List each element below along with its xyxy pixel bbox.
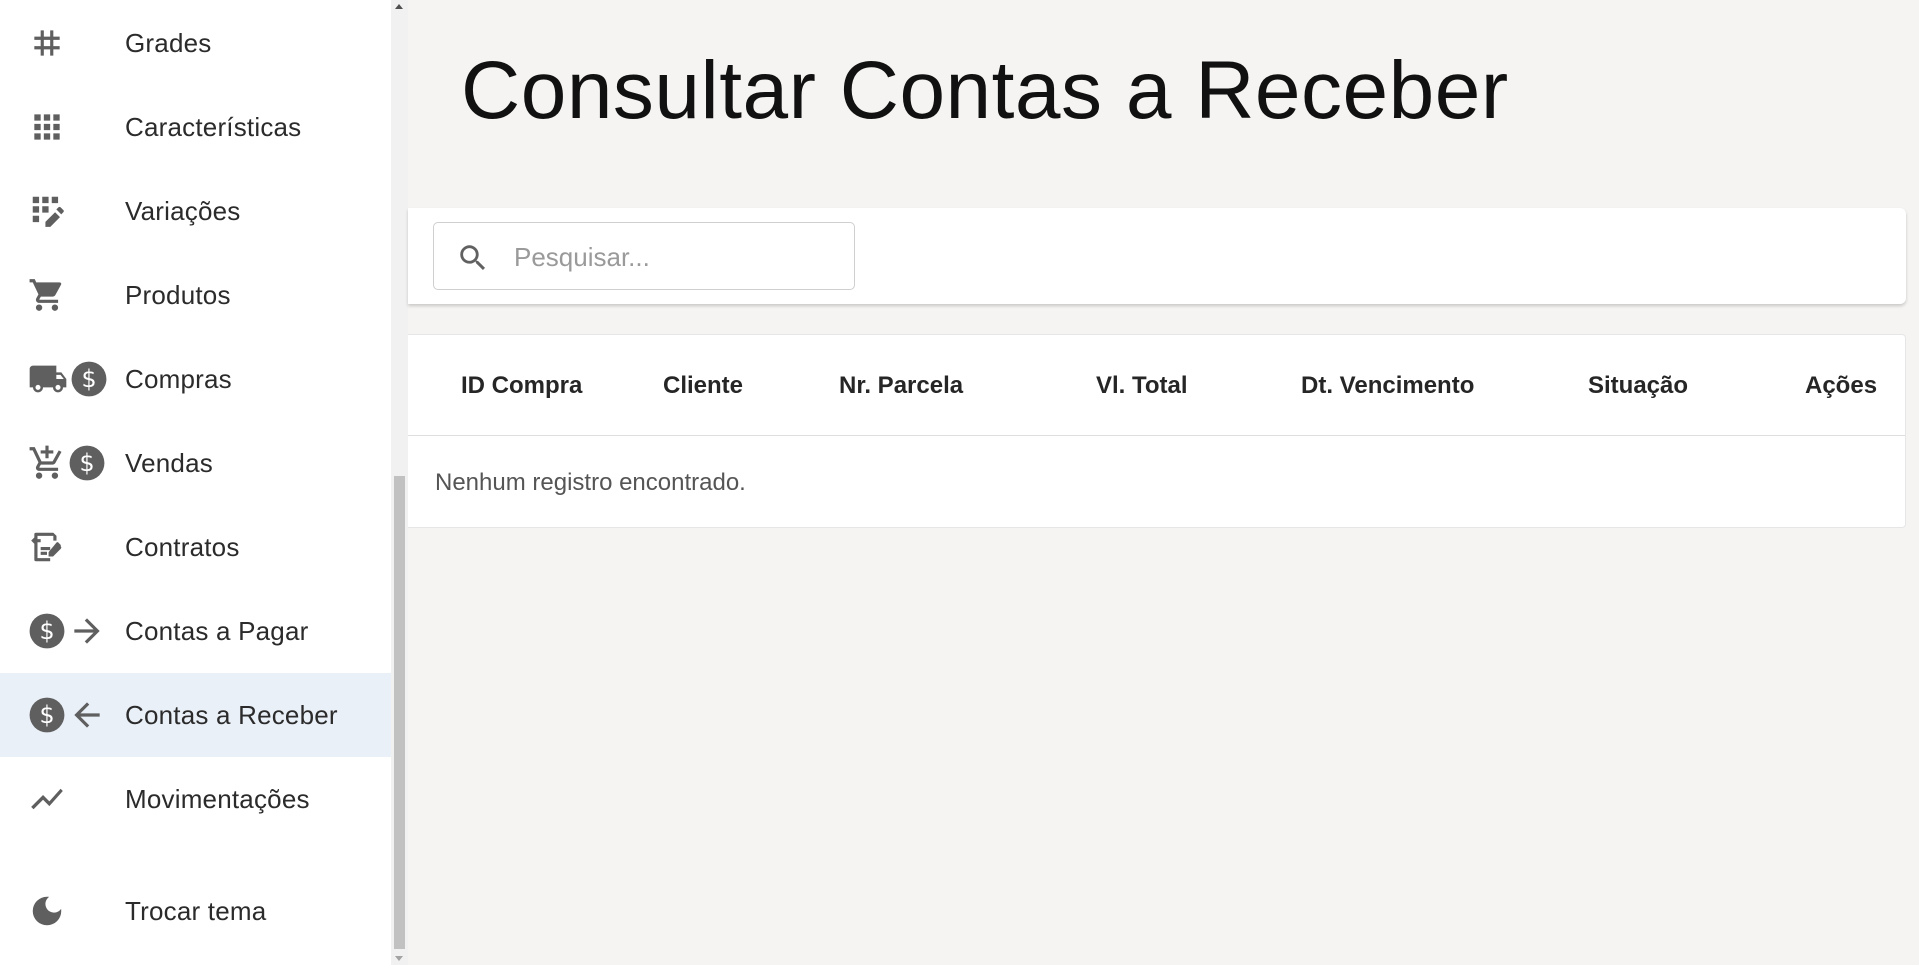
truck-icon xyxy=(29,365,67,393)
sidebar-item-contas-a-receber[interactable]: $ Contas a Receber xyxy=(0,673,391,757)
sidebar-item-label: Características xyxy=(125,111,302,142)
table-header-row: ID Compra Cliente Nr. Parcela Vl. Total … xyxy=(408,335,1905,436)
shopping-cart-icon xyxy=(28,253,66,337)
column-header-cliente[interactable]: Cliente xyxy=(663,372,743,400)
arrow-left-icon xyxy=(74,702,100,728)
sidebar-item-label: Grades xyxy=(125,27,212,58)
search-icon xyxy=(456,241,490,280)
hash-icon xyxy=(28,1,66,85)
theme-toggle-label: Trocar tema xyxy=(125,895,267,926)
dollar-circle-icon: $ xyxy=(29,697,65,733)
sidebar-item-movimentacoes[interactable]: Movimentações xyxy=(0,757,391,841)
sidebar-item-caracteristicas[interactable]: Características xyxy=(0,85,391,169)
column-header-acoes: Ações xyxy=(1805,372,1878,399)
page-title: Consultar Contas a Receber xyxy=(461,45,1509,136)
sidebar-item-label: Produtos xyxy=(125,279,231,310)
search-box[interactable] xyxy=(433,222,855,290)
empty-table-message: Nenhum registro encontrado. xyxy=(435,469,746,496)
svg-text:$: $ xyxy=(81,365,96,393)
sidebar-item-label: Variações xyxy=(125,195,241,226)
moon-icon xyxy=(28,869,66,953)
search-input[interactable] xyxy=(512,233,836,281)
column-header-id-compra[interactable]: ID Compra xyxy=(461,372,582,400)
sidebar-item-vendas[interactable]: $ Vendas xyxy=(0,421,391,505)
column-header-dt-vencimento[interactable]: Dt. Vencimento xyxy=(1301,372,1474,400)
grid-icon xyxy=(28,85,66,169)
sidebar-item-label: Vendas xyxy=(125,447,213,478)
svg-text:$: $ xyxy=(79,449,94,477)
main-content: Consultar Contas a Receber ID Compra Cli… xyxy=(408,0,1919,965)
add-cart-icon xyxy=(29,445,62,479)
column-header-situacao[interactable]: Situação xyxy=(1588,372,1688,400)
sidebar: Grades Características Variações Produto… xyxy=(0,0,391,965)
sidebar-item-contas-a-pagar[interactable]: $ Contas a Pagar xyxy=(0,589,391,673)
column-header-vl-total[interactable]: Vl. Total xyxy=(1096,372,1188,400)
scrollbar-thumb[interactable] xyxy=(394,476,405,949)
sidebar-item-label: Contratos xyxy=(125,531,240,562)
dollar-circle-icon: $ xyxy=(29,613,65,649)
sidebar-item-compras[interactable]: $ Compras xyxy=(0,337,391,421)
svg-text:$: $ xyxy=(39,701,54,729)
contract-icon xyxy=(28,505,66,589)
search-card xyxy=(408,208,1906,304)
sidebar-item-grades[interactable]: Grades xyxy=(0,1,391,85)
dollar-circle-icon: $ xyxy=(69,445,105,481)
scroll-up-arrow-icon[interactable] xyxy=(395,4,403,9)
scroll-down-arrow-icon[interactable] xyxy=(395,956,403,961)
sidebar-item-label: Contas a Pagar xyxy=(125,615,309,646)
theme-toggle-button[interactable]: Trocar tema xyxy=(0,869,391,953)
sidebar-item-variacoes[interactable]: Variações xyxy=(0,169,391,253)
sidebar-item-produtos[interactable]: Produtos xyxy=(0,253,391,337)
sidebar-item-label: Compras xyxy=(125,363,232,394)
grid-edit-icon xyxy=(28,169,66,253)
trending-line-icon xyxy=(28,757,66,841)
sidebar-item-label: Contas a Receber xyxy=(125,699,338,730)
sidebar-item-contratos[interactable]: Contratos xyxy=(0,505,391,589)
column-header-nr-parcela[interactable]: Nr. Parcela xyxy=(839,372,963,400)
receivables-table: ID Compra Cliente Nr. Parcela Vl. Total … xyxy=(408,334,1906,528)
sidebar-scrollbar[interactable] xyxy=(391,0,408,965)
arrow-right-icon xyxy=(74,618,100,644)
svg-text:$: $ xyxy=(39,617,54,645)
dollar-circle-icon: $ xyxy=(71,361,107,397)
sidebar-item-label: Movimentações xyxy=(125,783,310,814)
